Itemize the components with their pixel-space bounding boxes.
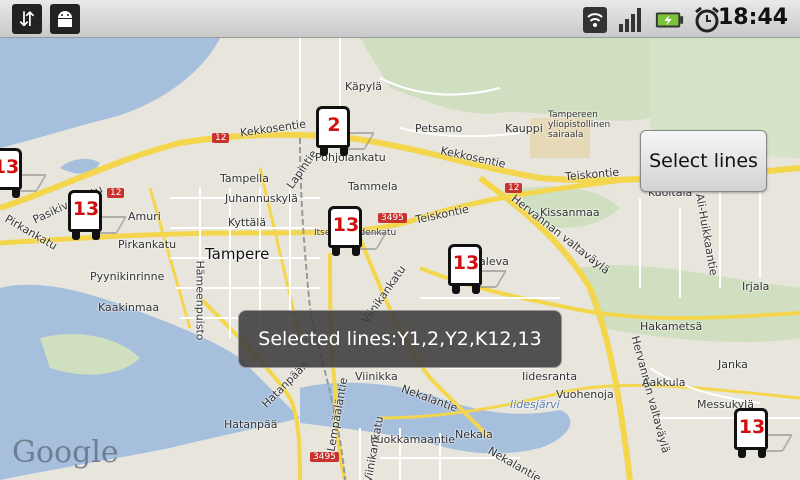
map-label-nekala: Nekala bbox=[455, 428, 493, 441]
map-label-juhannuskyla: Juhannuskylä bbox=[225, 192, 298, 205]
map-label-viinikka: Viinikka bbox=[355, 370, 398, 383]
road-shield: 12 bbox=[107, 188, 125, 198]
google-logo: Google bbox=[12, 435, 119, 470]
usb-icon: ⇵ bbox=[12, 4, 42, 34]
map-label-kissanmaa: Kissanmaa bbox=[540, 206, 600, 219]
select-lines-button[interactable]: Select lines bbox=[640, 130, 767, 192]
status-bar: ⇵ 18:44 bbox=[0, 0, 800, 38]
status-clock: 18:44 bbox=[717, 5, 788, 30]
map-label-pyynikinrinne: Pyynikinrinne bbox=[90, 270, 165, 283]
map-label-kauppi: Kauppi bbox=[505, 122, 543, 135]
map-label-tammela: Tammela bbox=[348, 180, 398, 193]
bus-marker[interactable]: 13 bbox=[326, 206, 388, 260]
road-shield: 12 bbox=[505, 183, 523, 193]
bus-line-number: 13 bbox=[738, 416, 766, 438]
map-label-hameenpuisto: Hämeenpuisto bbox=[193, 260, 207, 341]
map-label-janka: Janka bbox=[718, 358, 748, 371]
signal-icon bbox=[616, 4, 646, 34]
bus-marker[interactable]: 13 bbox=[66, 190, 128, 244]
map-label-kaakinmaa: Kaakinmaa bbox=[98, 301, 160, 314]
bus-marker[interactable]: 13 bbox=[446, 244, 508, 298]
bus-line-number: 13 bbox=[332, 214, 360, 236]
bus-line-number: 13 bbox=[452, 252, 480, 274]
road-shield: 3495 bbox=[310, 452, 339, 462]
road-shield: 12 bbox=[212, 133, 230, 143]
map-label-pirkankatu-east: Pirkankatu bbox=[118, 238, 177, 251]
map-base bbox=[0, 38, 800, 480]
map-label-tays: Tampereen yliopistollinen sairaala bbox=[548, 110, 611, 140]
bus-line-number: 13 bbox=[0, 156, 20, 178]
map-label-tampella: Tampella bbox=[220, 172, 269, 185]
map-label-hatanpaa: Hatanpää bbox=[224, 418, 278, 431]
bus-marker[interactable]: 13 bbox=[0, 148, 48, 202]
map-label-vuohenoja: Vuohenoja bbox=[556, 388, 614, 401]
map-label-kapyla: Käpylä bbox=[345, 80, 383, 93]
map-view[interactable]: Käpylä Petsamo Kauppi Tampereen yliopist… bbox=[0, 38, 800, 480]
map-label-petsamo: Petsamo bbox=[415, 122, 463, 135]
map-label-iidesranta: Iidesranta bbox=[522, 370, 578, 383]
wifi-icon bbox=[580, 4, 610, 34]
bus-line-number: 2 bbox=[327, 114, 341, 136]
map-label-aakkula: Aakkula bbox=[642, 376, 686, 389]
bus-marker[interactable]: 2 bbox=[314, 106, 376, 160]
map-label-hakametsa: Hakametsä bbox=[640, 320, 703, 333]
map-label-iidesjarvi: Iidesjärvi bbox=[510, 398, 560, 411]
android-debug-icon bbox=[50, 4, 80, 34]
bus-line-number: 13 bbox=[72, 198, 100, 220]
map-label-tampere: Tampere bbox=[205, 245, 270, 263]
map-label-irjala: Irjala bbox=[742, 280, 770, 293]
selected-lines-toast: Selected lines:Y1,2,Y2,K12,13 bbox=[238, 310, 562, 368]
bus-marker[interactable]: 13 bbox=[732, 408, 794, 462]
road-shield: 3495 bbox=[378, 213, 407, 223]
map-label-kyttala: Kyttälä bbox=[228, 216, 267, 229]
battery-charging-icon bbox=[654, 4, 684, 34]
map-label-amuri: Amuri bbox=[128, 210, 161, 223]
